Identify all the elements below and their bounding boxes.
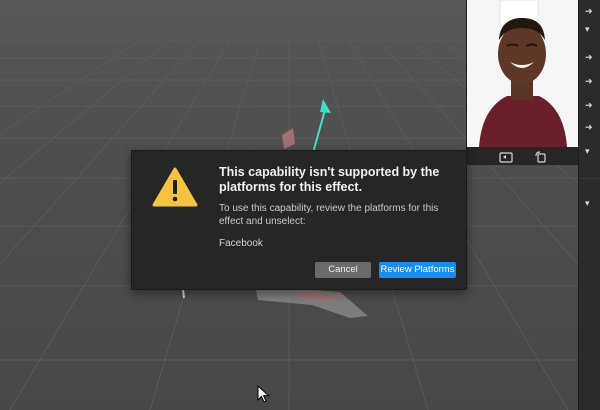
unsupported-capability-dialog: This capability isn't supported by the p… — [131, 150, 467, 290]
warning-triangle-icon — [152, 167, 198, 207]
panel-divider — [581, 178, 599, 179]
camera-switch-icon[interactable] — [499, 150, 513, 163]
chevron-down-icon[interactable]: ▾ — [585, 198, 590, 208]
platform-name: Facebook — [219, 238, 263, 249]
cancel-button[interactable]: Cancel — [315, 262, 371, 278]
chevron-right-icon[interactable]: ➜ — [585, 122, 593, 132]
chevron-right-icon[interactable]: ➜ — [585, 100, 593, 110]
camera-preview-image — [467, 0, 579, 147]
chevron-down-icon[interactable]: ▾ — [585, 24, 590, 34]
right-side-panel: ➜ ▾ ➜ ➜ ➜ ➜ ▾ ▾ — [578, 0, 600, 410]
chevron-right-icon[interactable]: ➜ — [585, 6, 593, 16]
chevron-right-icon[interactable]: ➜ — [585, 52, 593, 62]
dialog-title: This capability isn't supported by the p… — [219, 165, 440, 194]
review-platforms-button[interactable]: Review Platforms — [379, 262, 456, 278]
preview-toolbar — [467, 147, 579, 165]
chevron-right-icon[interactable]: ➜ — [585, 76, 593, 86]
mouse-cursor-icon — [257, 385, 270, 403]
dialog-message: To use this capability, review the platf… — [219, 203, 439, 227]
camera-preview-panel — [466, 0, 579, 165]
chevron-down-icon[interactable]: ▾ — [585, 146, 590, 156]
rotate-device-icon[interactable] — [534, 150, 548, 163]
